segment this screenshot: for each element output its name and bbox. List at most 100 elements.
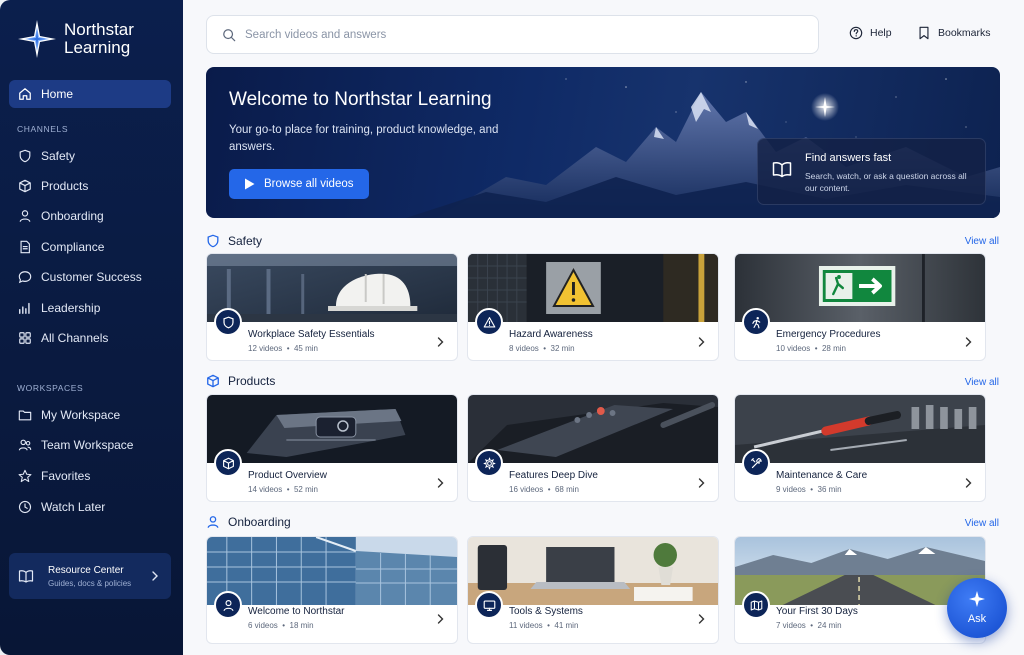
laptop-desk-thumbnail	[468, 537, 718, 605]
card-video-count: 10 videos	[776, 344, 811, 353]
card-meta: 8 videos • 32 min	[509, 344, 575, 353]
card-title: Tools & Systems	[509, 606, 583, 617]
nav-my-workspace[interactable]: My Workspace	[9, 401, 171, 429]
search-input[interactable]	[245, 28, 785, 41]
nav-team-workspace-label: Team Workspace	[41, 438, 134, 452]
nav-customer-success[interactable]: Customer Success	[9, 263, 171, 291]
card-title: Your First 30 Days	[776, 606, 858, 617]
card-features-deep-dive[interactable]: Features Deep Dive 16 videos • 68 min	[467, 394, 719, 502]
card-video-count: 8 videos	[509, 344, 539, 353]
bar-chart-icon	[19, 302, 30, 314]
card-tools-systems[interactable]: Tools & Systems 11 videos • 41 min	[467, 536, 719, 644]
card-product-overview[interactable]: Product Overview 14 videos • 52 min	[206, 394, 458, 502]
card-workplace-safety-essentials[interactable]: Workplace Safety Essentials 12 videos • …	[206, 253, 458, 361]
nav-watch-later[interactable]: Watch Later	[9, 493, 171, 521]
nav-all-channels[interactable]: All Channels	[9, 324, 171, 352]
card-welcome-to-northstar[interactable]: Welcome to Northstar 6 videos • 18 min	[206, 536, 458, 644]
open-book-icon	[772, 161, 792, 178]
card-duration: 45 min	[293, 344, 318, 353]
section-title-products: Products	[228, 374, 276, 388]
search-bar[interactable]	[206, 15, 819, 54]
meta-separator: •	[282, 621, 286, 630]
card-maintenance-care[interactable]: Maintenance & Care 9 videos • 36 min	[734, 394, 986, 502]
cube-icon	[214, 449, 242, 477]
cube-icon	[19, 179, 31, 193]
bookmarks-link[interactable]: Bookmarks	[917, 26, 991, 40]
card-duration: 41 min	[554, 621, 579, 630]
chevron-right-icon	[437, 337, 444, 347]
view-all-safety-link[interactable]: View all	[965, 236, 999, 247]
ask-label: Ask	[967, 613, 987, 625]
shield-icon	[214, 308, 242, 336]
card-title: Features Deep Dive	[509, 470, 598, 481]
nav-all-channels-label: All Channels	[41, 331, 109, 345]
chevron-right-icon	[698, 614, 705, 624]
nav-favorites-label: Favorites	[41, 469, 91, 483]
sidebar: Northstar Learning Home CHANNELS Safety …	[0, 0, 183, 655]
team-icon	[18, 439, 32, 451]
bookmark-icon	[919, 26, 929, 40]
meta-separator: •	[286, 344, 290, 353]
brand-name: Northstar Learning	[64, 21, 134, 57]
card-duration: 18 min	[289, 621, 314, 630]
meta-separator: •	[286, 485, 290, 494]
nav-team-workspace[interactable]: Team Workspace	[9, 431, 171, 459]
browse-all-videos-label: Browse all videos	[264, 178, 354, 190]
view-all-products-link[interactable]: View all	[965, 377, 999, 388]
grid-icon	[19, 332, 31, 344]
nav-compliance-label: Compliance	[41, 240, 105, 254]
find-answers-card[interactable]: Find answers fast Search, watch, or ask …	[757, 138, 986, 205]
nav-products[interactable]: Products	[9, 172, 171, 200]
nav-leadership[interactable]: Leadership	[9, 294, 171, 322]
brand-line-2: Learning	[64, 38, 131, 57]
section-title-onboarding: Onboarding	[228, 515, 291, 529]
monitor-icon	[475, 591, 503, 619]
shield-icon	[19, 149, 31, 163]
card-hazard-awareness[interactable]: Hazard Awareness 8 videos • 32 min	[467, 253, 719, 361]
card-meta: 10 videos • 28 min	[776, 344, 846, 353]
play-icon	[245, 178, 255, 190]
chevron-right-icon	[965, 478, 972, 488]
search-icon	[223, 28, 236, 41]
help-link[interactable]: Help	[849, 26, 892, 40]
view-all-onboarding-link[interactable]: View all	[965, 518, 999, 529]
help-icon	[849, 26, 863, 40]
ask-button[interactable]: Ask	[947, 578, 1007, 638]
logo[interactable]: Northstar Learning	[16, 18, 134, 60]
card-your-first-30-days[interactable]: Your First 30 Days 7 videos • 24 min	[734, 536, 986, 644]
open-book-icon	[18, 570, 34, 583]
device-thumbnail	[207, 395, 457, 463]
section-header-onboarding: Onboarding	[206, 515, 291, 529]
section-title-safety: Safety	[228, 234, 263, 248]
card-duration: 32 min	[550, 344, 575, 353]
find-answers-title: Find answers fast	[805, 152, 892, 164]
home-icon	[19, 88, 31, 100]
hero-subtitle: Your go-to place for training, product k…	[229, 124, 499, 153]
nav-home[interactable]: Home	[9, 80, 171, 108]
card-duration: 68 min	[554, 485, 579, 494]
chevron-right-icon	[698, 478, 705, 488]
chevron-right-icon	[437, 614, 444, 624]
meta-separator: •	[543, 344, 547, 353]
chat-bubble-icon	[18, 271, 32, 284]
card-video-count: 11 videos	[509, 621, 543, 630]
browse-all-videos-button[interactable]: Browse all videos	[229, 169, 369, 199]
nav-safety[interactable]: Safety	[9, 142, 171, 170]
nav-favorites[interactable]: Favorites	[9, 462, 171, 490]
meta-separator: •	[547, 485, 551, 494]
card-video-count: 7 videos	[776, 621, 806, 630]
bookmarks-label: Bookmarks	[938, 27, 991, 39]
nav-compliance[interactable]: Compliance	[9, 233, 171, 261]
tools-thumbnail	[735, 395, 985, 463]
channels-label: CHANNELS	[17, 124, 69, 134]
resource-center[interactable]: Resource Center Guides, docs & policies	[9, 553, 171, 599]
document-icon	[20, 240, 30, 254]
card-title: Product Overview	[248, 470, 327, 481]
card-emergency-procedures[interactable]: Emergency Procedures 10 videos • 28 min	[734, 253, 986, 361]
map-icon	[742, 591, 770, 619]
card-video-count: 14 videos	[248, 485, 283, 494]
nav-onboarding[interactable]: Onboarding	[9, 202, 171, 230]
main-content: Help Bookmarks	[183, 0, 1024, 655]
card-video-count: 12 videos	[248, 344, 283, 353]
north-star-logo-icon	[18, 20, 56, 58]
